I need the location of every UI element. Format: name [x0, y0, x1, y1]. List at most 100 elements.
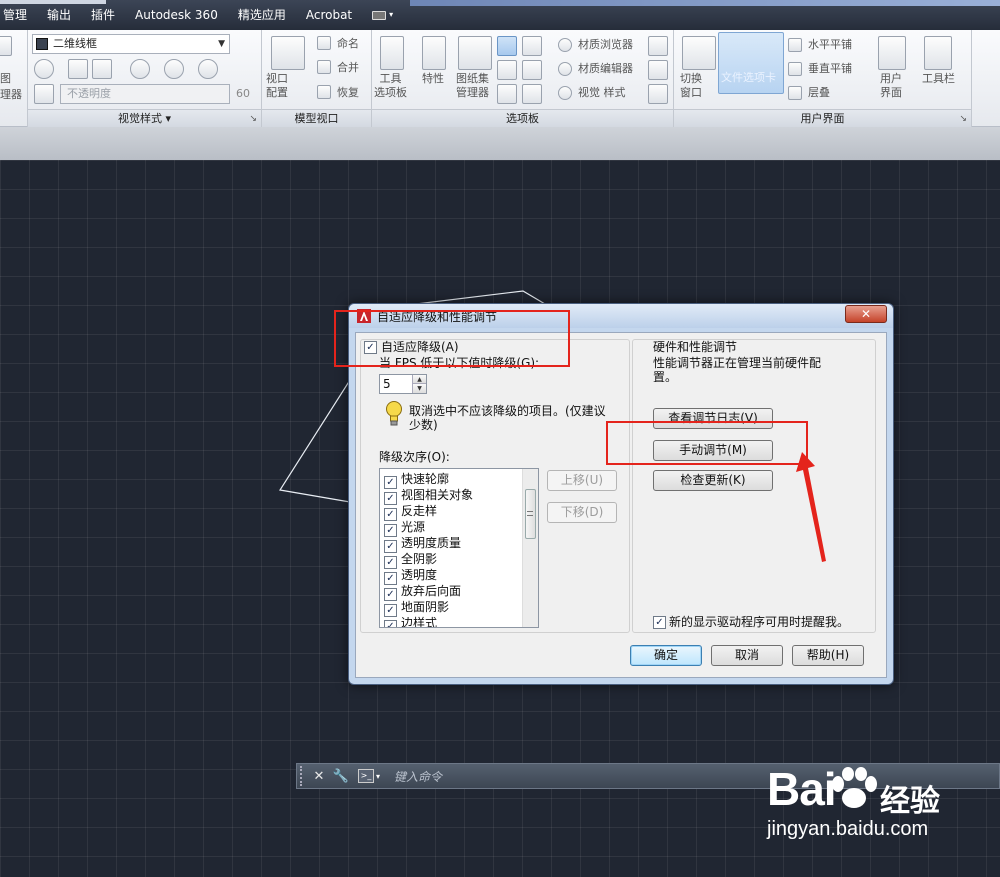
- viewport-config-icon[interactable]: [271, 36, 305, 70]
- hardware-tuning-group: 硬件和性能调节 性能调节器正在管理当前硬件配 置。 查看调节日志(V) 手动调节…: [632, 339, 876, 633]
- drag-handle[interactable]: [300, 766, 306, 786]
- list-item[interactable]: ✓ 边样式: [384, 615, 438, 628]
- list-item[interactable]: ✓ 快速轮廓: [384, 471, 450, 489]
- sun-icon[interactable]: [164, 59, 184, 79]
- lightbulb-icon: [386, 401, 402, 426]
- check-updates-button[interactable]: 检查更新(K): [653, 470, 773, 491]
- close-button[interactable]: ✕: [845, 305, 887, 323]
- material-icon[interactable]: [198, 59, 218, 79]
- join-icon: [317, 60, 331, 74]
- menu-output[interactable]: 输出: [37, 0, 81, 30]
- properties-icon[interactable]: [422, 36, 446, 70]
- annotation-box-adaptive: [334, 310, 570, 367]
- item-label: 快速轮廓: [401, 472, 450, 486]
- degradation-order-list[interactable]: ✓ 快速轮廓 ✓ 视图相关对象 ✓ 反走样 ✓ 光源 ✓ 透明度质量 ✓ 全阴影 ✓ 透明度 …: [379, 468, 539, 628]
- list-item[interactable]: ✓ 全阴影: [384, 551, 437, 569]
- item-label: 边样式: [401, 616, 438, 628]
- item-label: 视图相关对象: [401, 488, 474, 502]
- menu-featured-apps[interactable]: 精选应用: [228, 0, 296, 30]
- list-item[interactable]: ✓ 视图相关对象: [384, 487, 474, 505]
- materials-editor-button[interactable]: 材质编辑器: [578, 62, 633, 76]
- panel-title-visual-styles[interactable]: 视觉样式 ▾ ↘: [28, 109, 261, 127]
- edge-style-icon[interactable]: [34, 59, 54, 79]
- shadow-icon[interactable]: [92, 59, 112, 79]
- file-tabs-button[interactable]: 文件选项卡: [718, 32, 784, 94]
- tile-horizontal-button[interactable]: 水平平铺: [808, 38, 852, 52]
- partial-label-bottom: 理器: [0, 88, 22, 101]
- notify-driver-checkbox[interactable]: ✓: [653, 616, 666, 629]
- restore-button[interactable]: 恢复: [337, 86, 359, 100]
- properties-label[interactable]: 特性: [422, 72, 444, 86]
- annotation-box-manual: [606, 421, 808, 465]
- visual-styles-button[interactable]: 视觉 样式: [578, 86, 626, 100]
- user-interface-icon[interactable]: [878, 36, 906, 70]
- item-checkbox[interactable]: ✓: [384, 620, 397, 627]
- list-item[interactable]: ✓ 透明度: [384, 567, 437, 585]
- chevron-down-icon[interactable]: ▾: [376, 772, 380, 781]
- tile-vertical-button[interactable]: 垂直平铺: [808, 62, 852, 76]
- palette-small-icon[interactable]: [497, 60, 517, 80]
- move-down-button[interactable]: 下移(D): [547, 502, 617, 523]
- list-item[interactable]: ✓ 透明度质量: [384, 535, 461, 553]
- scroll-grip-icon: [527, 511, 533, 516]
- panel-title-text: 用户界面: [800, 112, 845, 125]
- palette-small-icon[interactable]: [522, 84, 542, 104]
- user-interface-label[interactable]: 用户 界面: [880, 72, 902, 100]
- list-item[interactable]: ✓ 光源: [384, 519, 425, 537]
- title-strip: [410, 0, 1000, 6]
- wrench-icon[interactable]: 🔧: [332, 769, 350, 784]
- palette-small-icon[interactable]: [522, 60, 542, 80]
- manager-icon[interactable]: [0, 36, 12, 56]
- tool-palettes-label[interactable]: 工具 选项板: [374, 72, 407, 100]
- tool-palettes-icon[interactable]: [380, 36, 404, 70]
- notify-driver-label[interactable]: 新的显示驱动程序可用时提醒我。: [669, 615, 849, 630]
- materials-browser-button[interactable]: 材质浏览器: [578, 38, 633, 52]
- menu-plugins[interactable]: 插件: [81, 0, 125, 30]
- menu-manage[interactable]: 管理: [0, 0, 37, 30]
- visual-style-combo[interactable]: 二维线框 ▼: [32, 34, 230, 54]
- prompt-icon[interactable]: >_: [358, 769, 374, 783]
- menu-autodesk-360[interactable]: Autodesk 360: [125, 0, 228, 30]
- list-item[interactable]: ✓ 地面阴影: [384, 599, 449, 617]
- opacity-slider[interactable]: 不透明度: [60, 84, 230, 104]
- command-input[interactable]: 键入命令: [394, 768, 442, 785]
- lighting-icon[interactable]: [130, 59, 150, 79]
- menu-acrobat[interactable]: Acrobat: [296, 0, 362, 30]
- close-icon[interactable]: ✕: [310, 769, 328, 784]
- palette-small-icon[interactable]: [648, 84, 668, 104]
- palette-small-icon[interactable]: [648, 60, 668, 80]
- dialog-launcher-icon[interactable]: ↘: [959, 111, 967, 128]
- hint-line-2: 少数): [409, 418, 438, 432]
- cascade-button[interactable]: 层叠: [808, 86, 830, 100]
- palette-small-icon[interactable]: [522, 36, 542, 56]
- switch-windows-icon[interactable]: [682, 36, 716, 70]
- cancel-button[interactable]: 取消: [711, 645, 783, 666]
- join-button[interactable]: 合并: [337, 61, 359, 75]
- toolbars-icon[interactable]: [924, 36, 952, 70]
- ok-button[interactable]: 确定: [630, 645, 702, 666]
- dialog-launcher-icon[interactable]: ↘: [249, 111, 257, 128]
- list-item[interactable]: ✓ 放弃后向面: [384, 583, 461, 601]
- fps-spinner[interactable]: 5 ▲ ▼: [379, 374, 427, 394]
- sheet-set-manager-label[interactable]: 图纸集 管理器: [456, 72, 489, 100]
- named-button[interactable]: 命名: [337, 37, 359, 51]
- list-item[interactable]: ✓ 反走样: [384, 503, 437, 521]
- chevron-down-icon: ▼: [218, 39, 225, 49]
- viewport-config-label[interactable]: 视口 配置: [266, 72, 288, 100]
- help-button[interactable]: 帮助(H): [792, 645, 864, 666]
- spinner-up-icon[interactable]: ▲: [412, 375, 426, 384]
- hardware-desc-line-1: 性能调节器正在管理当前硬件配: [653, 356, 822, 370]
- face-style-icon[interactable]: [68, 59, 88, 79]
- spinner-down-icon[interactable]: ▼: [412, 384, 426, 393]
- palette-small-icon[interactable]: [648, 36, 668, 56]
- palette-small-icon[interactable]: [497, 84, 517, 104]
- degradation-group: ✓ 自适应降级(A) 当 FPS 低于以下值时降级(G): 5 ▲ ▼ 取消选中…: [360, 339, 630, 633]
- toolbars-label[interactable]: 工具栏: [922, 72, 955, 86]
- sheet-set-icon[interactable]: [458, 36, 492, 70]
- list-scrollbar[interactable]: [522, 469, 538, 627]
- workspace-dropdown[interactable]: ▾: [362, 0, 403, 30]
- switch-windows-label[interactable]: 切换 窗口: [680, 72, 702, 100]
- move-up-button[interactable]: 上移(U): [547, 470, 617, 491]
- named-icon: [317, 36, 331, 50]
- palette-small-icon[interactable]: [497, 36, 517, 56]
